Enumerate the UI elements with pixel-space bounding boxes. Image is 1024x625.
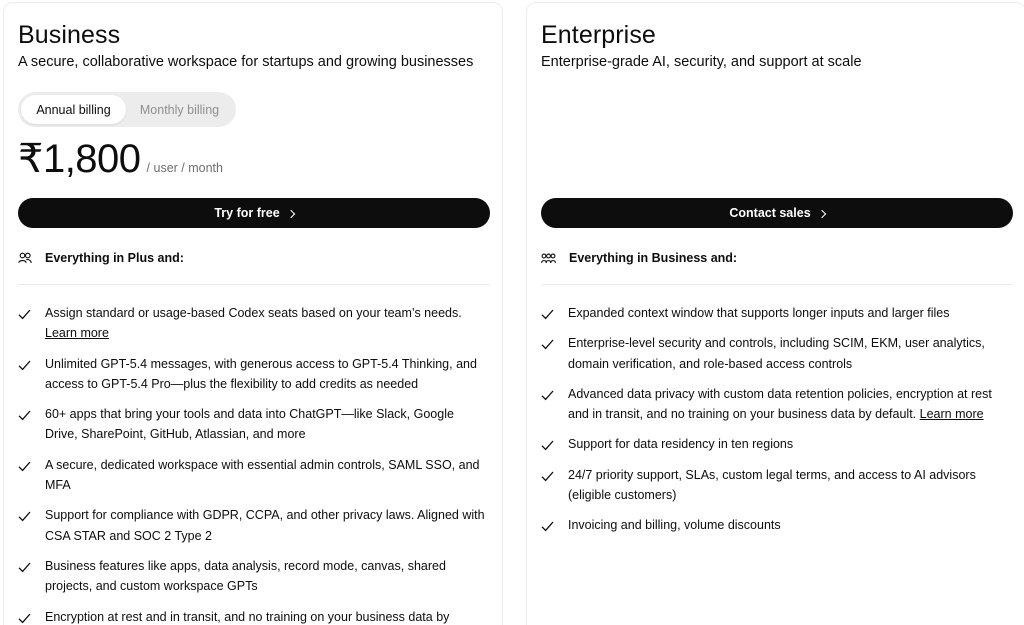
check-icon xyxy=(18,360,31,370)
enterprise-plan-card: Enterprise Enterprise-grade AI, security… xyxy=(526,2,1024,625)
feature-item: Support for data residency in ten region… xyxy=(541,434,1013,454)
divider xyxy=(541,284,1013,285)
price-unit: / user / month xyxy=(146,161,223,175)
business-plan-card: Business A secure, collaborative workspa… xyxy=(3,2,503,625)
cta-label: Contact sales xyxy=(729,206,811,220)
check-icon xyxy=(541,390,554,401)
includes-row: Everything in Business and: xyxy=(541,251,737,265)
check-icon xyxy=(541,441,554,451)
feature-text: Unlimited GPT-5.4 messages, with generou… xyxy=(45,356,477,391)
check-icon xyxy=(541,339,554,350)
check-icon xyxy=(18,461,31,472)
feature-text: Invoicing and billing, volume discounts xyxy=(568,518,781,533)
check-icon xyxy=(18,562,31,573)
feature-item: Assign standard or usage-based Codex sea… xyxy=(18,303,490,344)
billing-toggle[interactable]: Annual billing Monthly billing xyxy=(18,92,236,127)
feature-item: Support for compliance with GDPR, CCPA, … xyxy=(18,505,490,546)
includes-label: Everything in Business and: xyxy=(569,251,738,265)
monthly-billing-option[interactable]: Monthly billing xyxy=(126,95,233,124)
feature-text: Enterprise-level security and controls, … xyxy=(568,336,985,371)
feature-item: A secure, dedicated workspace with essen… xyxy=(18,455,490,496)
feature-item: 60+ apps that bring your tools and data … xyxy=(18,404,490,445)
feature-item: 24/7 priority support, SLAs, custom lega… xyxy=(541,465,1013,506)
feature-text: Expanded context window that supports lo… xyxy=(568,306,950,320)
check-icon xyxy=(541,471,554,482)
price-row: ₹1,800 / user / month xyxy=(18,136,223,182)
check-icon xyxy=(18,613,31,623)
feature-text: Support for compliance with GDPR, CCPA, … xyxy=(45,508,485,543)
feature-item: Advanced data privacy with custom data r… xyxy=(541,384,1013,425)
chevron-right-icon xyxy=(286,209,295,218)
feature-text: A secure, dedicated workspace with essen… xyxy=(45,457,480,493)
check-icon xyxy=(18,309,31,320)
plan-subtitle: Enterprise-grade AI, security, and suppo… xyxy=(541,54,862,70)
feature-item: Expanded context window that supports lo… xyxy=(541,303,1013,323)
feature-text: 24/7 priority support, SLAs, custom lega… xyxy=(568,467,976,503)
feature-list: Expanded context window that supports lo… xyxy=(541,303,1013,546)
contact-sales-button[interactable]: Contact sales xyxy=(541,198,1013,228)
feature-item: Unlimited GPT-5.4 messages, with generou… xyxy=(18,354,490,395)
feature-text: 60+ apps that bring your tools and data … xyxy=(45,407,454,442)
check-icon xyxy=(541,309,554,320)
people-icon xyxy=(541,253,556,263)
try-for-free-button[interactable]: Try for free xyxy=(18,198,490,228)
plan-subtitle: A secure, collaborative workspace for st… xyxy=(18,54,474,70)
divider xyxy=(18,284,490,285)
includes-label: Everything in Plus and: xyxy=(45,251,184,265)
plan-title: Business xyxy=(18,21,121,49)
people-icon xyxy=(18,252,32,264)
feature-text: Encryption at rest and in transit, and n… xyxy=(45,609,450,624)
check-icon xyxy=(541,521,554,532)
feature-text: Business features like apps, data analys… xyxy=(45,558,446,594)
feature-item: Invoicing and billing, volume discounts xyxy=(541,515,1013,535)
learn-more-link[interactable]: Learn more xyxy=(920,407,984,421)
annual-billing-option[interactable]: Annual billing xyxy=(21,95,126,124)
learn-more-link[interactable]: Learn more xyxy=(45,326,109,340)
feature-item: Encryption at rest and in transit, and n… xyxy=(18,607,490,625)
feature-item: Business features like apps, data analys… xyxy=(18,556,490,597)
feature-list: Assign standard or usage-based Codex sea… xyxy=(18,303,490,625)
includes-row: Everything in Plus and: xyxy=(18,251,184,265)
cta-label: Try for free xyxy=(214,206,280,220)
check-icon xyxy=(18,410,31,421)
plan-price: ₹1,800 xyxy=(18,137,141,181)
feature-item: Enterprise-level security and controls, … xyxy=(541,333,1013,374)
check-icon xyxy=(18,511,31,522)
plan-title: Enterprise xyxy=(541,21,656,49)
feature-text: Assign standard or usage-based Codex sea… xyxy=(45,306,462,320)
chevron-right-icon xyxy=(817,209,826,218)
feature-text: Support for data residency in ten region… xyxy=(568,437,794,452)
